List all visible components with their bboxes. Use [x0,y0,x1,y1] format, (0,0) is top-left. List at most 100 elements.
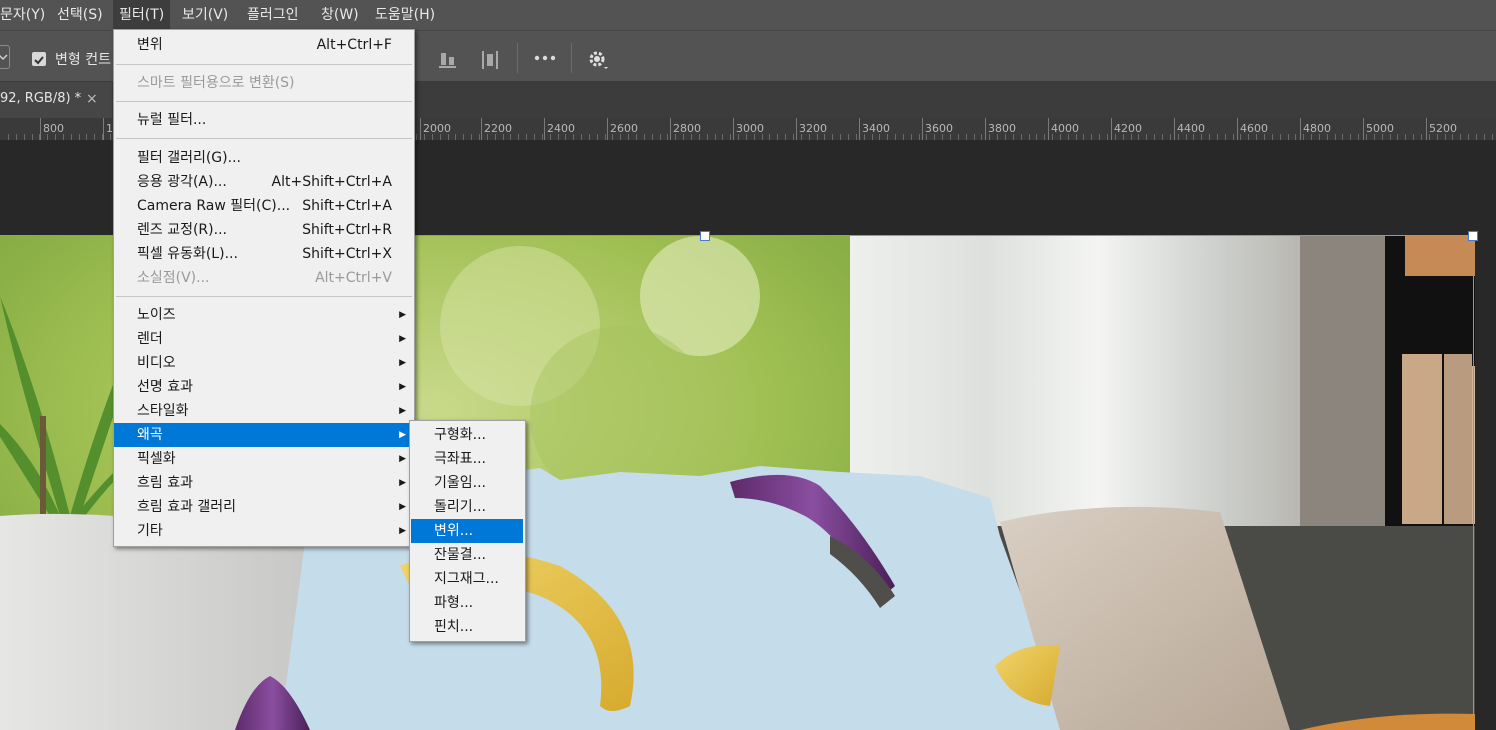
ruler-minor-tick [1225,134,1226,140]
ruler-minor-tick [605,134,606,140]
distribute-horizontal-icon[interactable] [480,49,500,71]
ruler-minor-tick [463,134,464,140]
distort-submenu-item[interactable]: 지그재그... [411,567,523,591]
menu-item-label: 선명 효과 [137,379,193,395]
filter-menu-item[interactable]: 왜곡 ▶ [114,423,414,447]
transform-handle-top[interactable] [700,231,710,241]
ruler-minor-tick [1405,134,1406,140]
document-tab-title: 92, RGB/8) * [0,91,82,106]
filter-menu-item[interactable]: 비디오 ▶ [114,351,414,375]
menu-select[interactable]: 선택(S) [51,0,109,30]
distort-submenu-item[interactable]: 돌리기... [411,495,523,519]
ruler-minor-tick [479,134,480,140]
filter-menu-item[interactable]: 필터 갤러리(G)... [114,146,414,170]
ruler-label: 5200 [1429,122,1457,135]
ruler-minor-tick [86,134,87,140]
ruler-label: 2800 [673,122,701,135]
filter-menu-item[interactable]: 변위 Alt+Ctrl+F [114,33,414,57]
ruler-minor-tick [8,134,9,140]
document-tab[interactable]: 92, RGB/8) * × [0,82,112,118]
menu-item-label: 노이즈 [137,307,176,323]
ruler-minor-tick [981,134,982,140]
ruler-minor-tick [1295,134,1296,140]
menu-bar: 문자(Y) 선택(S) 필터(T) 보기(V) 플러그인 창(W) 도움말(H) [0,0,1496,30]
ruler-minor-tick [416,134,417,140]
filter-menu-item[interactable]: 스타일화 ▶ [114,399,414,423]
align-bottom-icon[interactable] [438,49,458,71]
menu-filter[interactable]: 필터(T) [113,0,171,30]
ruler-major-tick [481,118,482,140]
ruler-minor-tick [1335,134,1336,140]
menu-item-shortcut: Shift+Ctrl+X [302,246,392,262]
menu-window[interactable]: 창(W) [315,0,365,30]
ruler-minor-tick [1021,134,1022,140]
ruler-minor-tick [1468,134,1469,140]
ruler-minor-tick [1036,134,1037,140]
divider [571,43,572,73]
preset-dropdown[interactable] [0,45,10,69]
filter-menu-item[interactable]: 응용 광각(A)... Alt+Shift+Ctrl+A [114,170,414,194]
distort-submenu-item[interactable]: 잔물결... [411,543,523,567]
menu-item-label: 변위 [137,37,163,53]
filter-menu-item[interactable]: 흐림 효과 갤러리 ▶ [114,495,414,519]
ruler-minor-tick [1421,134,1422,140]
ruler-label: 3800 [988,122,1016,135]
filter-menu-item[interactable]: 뉴럴 필터... [114,108,414,132]
distort-submenu-item[interactable]: 핀치... [411,615,523,639]
close-tab-icon[interactable]: × [86,82,98,116]
menu-item-label: 구형화... [434,427,486,443]
ruler-minor-tick [793,134,794,140]
gear-icon[interactable] [587,48,611,72]
ruler-label: 2600 [610,122,638,135]
filter-menu-item[interactable]: 선명 효과 ▶ [114,375,414,399]
filter-menu-item[interactable]: 기타 ▶ [114,519,414,543]
transform-handle-top-right[interactable] [1468,231,1478,241]
transform-controls-checkbox[interactable] [32,52,46,66]
ruler-label: 2200 [484,122,512,135]
submenu-arrow-icon: ▶ [399,502,406,512]
ruler-minor-tick [1397,134,1398,140]
ruler-major-tick [544,118,545,140]
ruler-minor-tick [16,134,17,140]
menu-item-shortcut: Alt+Ctrl+F [316,37,392,53]
filter-menu-item: 스마트 필터용으로 변환(S) [114,71,414,95]
distort-submenu-item[interactable]: 구형화... [411,423,523,447]
ruler-major-tick [103,118,104,140]
menu-plugins[interactable]: 플러그인 [241,0,305,30]
ruler-minor-tick [660,134,661,140]
distort-submenu-item[interactable]: 변위... [411,519,523,543]
filter-menu-item[interactable]: 렌더 ▶ [114,327,414,351]
distort-submenu-item[interactable]: 극좌표... [411,447,523,471]
menu-type[interactable]: 문자(Y) [0,0,51,30]
menu-item-label: 비디오 [137,355,176,371]
ruler-label: 4200 [1114,122,1142,135]
ruler-minor-tick [974,134,975,140]
distort-submenu-item[interactable]: 기울임... [411,471,523,495]
ruler-minor-tick [542,134,543,140]
menu-item-label: 기타 [137,523,163,539]
menu-item-label: 뉴럴 필터... [137,112,207,128]
filter-menu-item[interactable]: Camera Raw 필터(C)... Shift+Ctrl+A [114,194,414,218]
ruler-minor-tick [652,134,653,140]
ruler-minor-tick [1233,134,1234,140]
menu-help[interactable]: 도움말(H) [369,0,441,30]
ruler-minor-tick [856,134,857,140]
ruler-minor-tick [1083,134,1084,140]
more-options-icon[interactable] [533,51,557,65]
ruler-label: 4400 [1177,122,1205,135]
filter-menu-item[interactable]: 픽셀 유동화(L)... Shift+Ctrl+X [114,242,414,266]
ruler-minor-tick [769,134,770,140]
ruler-minor-tick [1154,134,1155,140]
ruler-minor-tick [1484,134,1485,140]
filter-menu-item[interactable]: 픽셀화 ▶ [114,447,414,471]
ruler-minor-tick [597,134,598,140]
filter-menu-item[interactable]: 노이즈 ▶ [114,303,414,327]
filter-menu-item[interactable]: 흐림 효과 ▶ [114,471,414,495]
filter-menu-item[interactable]: 렌즈 교정(R)... Shift+Ctrl+R [114,218,414,242]
menu-view[interactable]: 보기(V) [176,0,234,30]
distort-submenu-item[interactable]: 파형... [411,591,523,615]
ruler-minor-tick [1280,134,1281,140]
menu-separator [116,101,412,102]
ruler-minor-tick [785,134,786,140]
menu-item-label: 흐림 효과 갤러리 [137,499,237,515]
